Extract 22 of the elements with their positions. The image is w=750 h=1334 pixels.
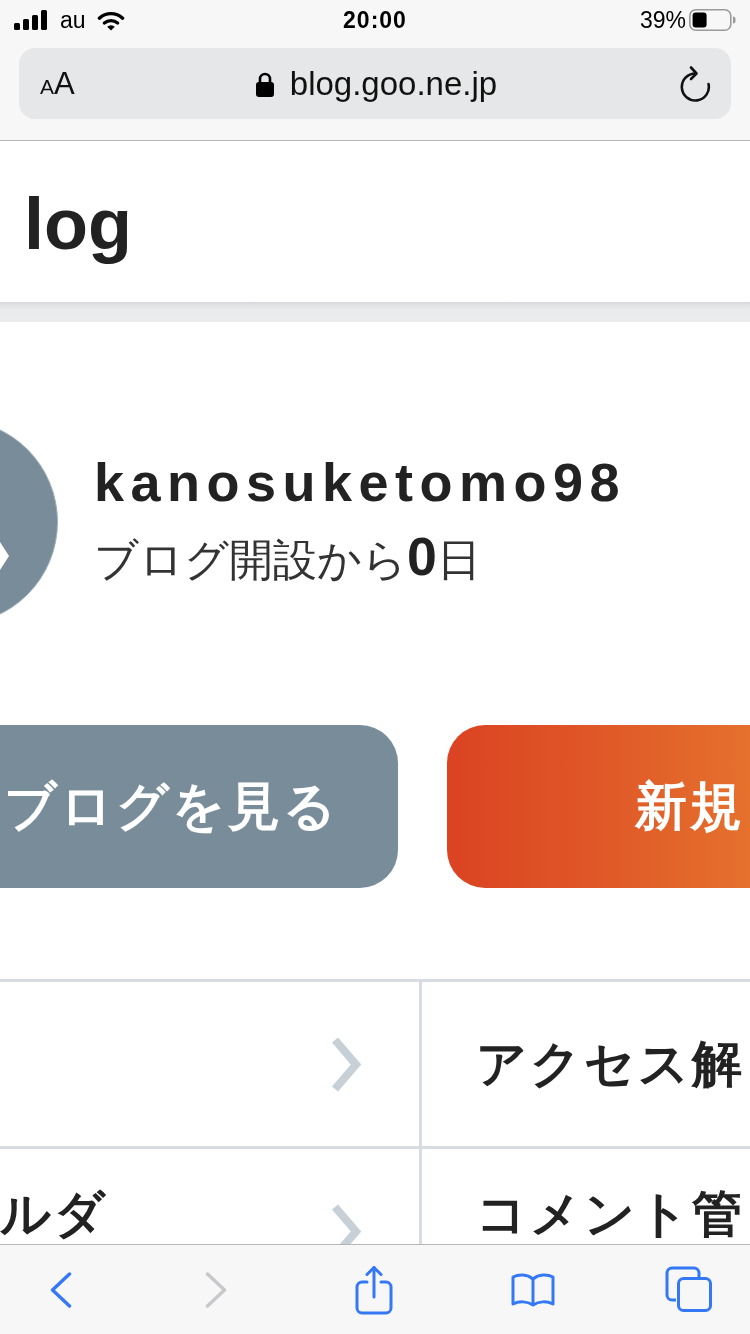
menu-item[interactable]: コメント管 <box>422 1149 750 1244</box>
menu-item[interactable]: アクセス解 <box>422 982 750 1146</box>
username: kanosuketomo98 <box>94 455 627 509</box>
carrier-name: au <box>60 6 86 34</box>
clock-time: 20:00 <box>343 6 407 34</box>
chevron-right-icon <box>330 1035 362 1093</box>
chevron-right-icon <box>330 1203 362 1244</box>
new-post-button[interactable]: 新規 <box>447 725 750 888</box>
wifi-icon <box>96 9 125 31</box>
share-icon[interactable] <box>355 1264 393 1315</box>
open-book-icon[interactable] <box>511 1272 555 1307</box>
text-size-button[interactable]: AA <box>40 68 75 99</box>
reload-icon[interactable] <box>679 65 712 102</box>
url-text: blog.goo.ne.jp <box>289 64 498 103</box>
battery-icon <box>689 9 736 31</box>
lock-icon <box>254 70 275 97</box>
chevron-left-icon[interactable] <box>50 1271 72 1308</box>
battery-percent: 39% <box>639 6 686 34</box>
signal-icon <box>14 10 47 30</box>
blog-age-text: ブログ開設から0日 <box>94 527 481 588</box>
tabs-icon[interactable] <box>665 1266 713 1313</box>
address-field[interactable]: AA blog.goo.ne.jp <box>19 48 731 119</box>
